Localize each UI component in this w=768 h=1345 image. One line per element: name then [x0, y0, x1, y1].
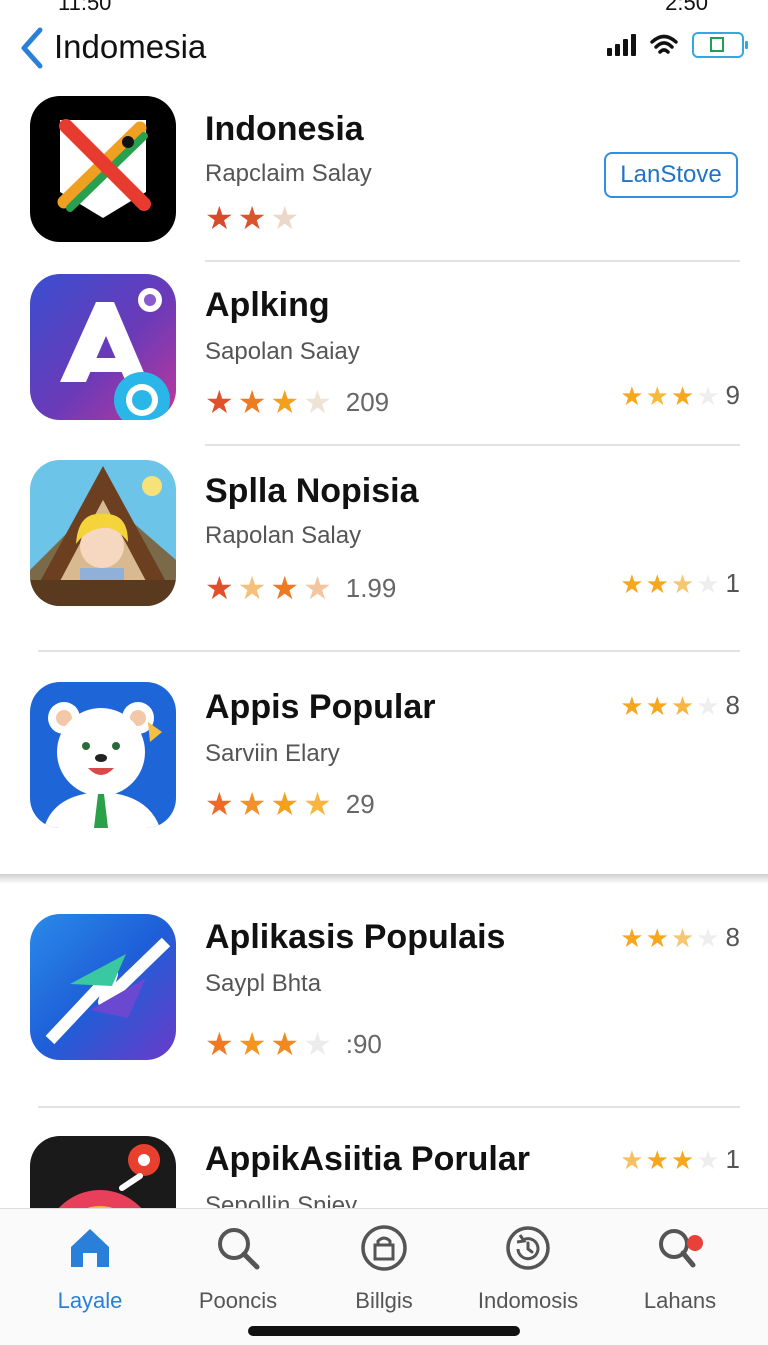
home-indicator: [248, 1326, 520, 1336]
app-name: Aplking: [205, 286, 330, 324]
side-rating-number: 1: [725, 568, 740, 598]
side-rating: ★ ★ ★ ★ 1: [620, 568, 740, 599]
system-indicators: [607, 32, 748, 58]
app-name: Indonesia: [205, 110, 364, 148]
side-rating-number: 8: [725, 690, 740, 720]
side-rating-number: 8: [725, 922, 740, 952]
app-name: Splla Nopisia: [205, 472, 419, 510]
list-item[interactable]: Aplikasis Populais Saypl Bhta ★ ★ ★ ★ :90 ★…: [0, 914, 768, 1084]
tab-bar: Layale Pooncis Billgis Indomosis Lahans: [0, 1208, 768, 1345]
app-icon-aplikasis-populais: [30, 914, 176, 1060]
rating-count: 1.99: [345, 572, 397, 603]
cellular-signal-icon: [607, 34, 636, 56]
rating-stars: ★ ★ ★: [205, 200, 300, 236]
side-rating: ★ ★ ★ ★ 8: [620, 922, 740, 953]
navigation-header: Indomesia: [0, 18, 768, 78]
app-icon-appikasiitia-porular: [30, 1136, 176, 1208]
divider: [205, 444, 740, 446]
wifi-icon: [650, 34, 678, 54]
back-button[interactable]: [16, 26, 48, 70]
app-icon-indonesia: [30, 96, 176, 242]
app-subtitle: Rapclaim Salay: [205, 160, 372, 187]
tab-layale[interactable]: Layale: [20, 1223, 160, 1314]
app-subtitle: Rapolan Salay: [205, 522, 362, 549]
search-icon: [218, 1228, 260, 1270]
refresh-icon: [506, 1226, 550, 1270]
app-subtitle: Sapolan Saiay: [205, 338, 360, 365]
tab-lahans[interactable]: Lahans: [610, 1223, 750, 1314]
rating-stars: ★ ★ ★ ★ 209: [205, 384, 390, 420]
tab-label: Layale: [57, 1288, 123, 1313]
rating-stars: ★ ★ ★ ★ 1.99: [205, 570, 397, 606]
tab-indomosis[interactable]: Indomosis: [458, 1223, 598, 1314]
side-rating: ★ ★ ★ ★ 9: [620, 380, 740, 411]
app-icon-appis-popular: [30, 682, 176, 828]
list-item[interactable]: Appis Popular Sarviin Elary ★ ★ ★ ★ 29 ★ ★ ★ ★…: [0, 682, 768, 852]
divider: [205, 260, 740, 262]
tab-label: Pooncis: [198, 1288, 278, 1313]
status-clock: 2:50: [665, 0, 708, 15]
app-icon-aplking: [30, 274, 176, 420]
app-subtitle: Sarviin Elary: [205, 740, 340, 767]
list-item[interactable]: Splla Nopisia Rapolan Salay ★ ★ ★ ★ 1.99 ★ ★…: [0, 460, 768, 630]
chevron-left-icon: [21, 27, 43, 69]
side-rating: ★ ★ ★ ★ 8: [620, 690, 740, 721]
page-title: Indomesia: [54, 28, 207, 65]
divider: [38, 650, 740, 652]
rating-stars: ★ ★ ★ ★ :90: [205, 1026, 382, 1062]
side-rating-number: 9: [725, 380, 740, 410]
app-name: AppikAsiitia Porular: [205, 1140, 530, 1178]
rating-count: :90: [345, 1028, 382, 1059]
rating-stars: ★ ★ ★ ★ 29: [205, 786, 375, 822]
tab-pooncis[interactable]: Pooncis: [168, 1223, 308, 1314]
status-bar: 11:50 2:50: [0, 0, 768, 15]
tab-label: Indomosis: [477, 1288, 579, 1313]
lock-icon: [361, 1225, 407, 1271]
divider: [38, 1106, 740, 1108]
side-rating-number: 1: [725, 1144, 740, 1174]
side-rating: ★ ★ ★ ★ 1: [620, 1144, 740, 1175]
list-item[interactable]: Aplking Sapolan Saiay ★ ★ ★ ★ 209 ★ ★ ★ ★ 9: [0, 274, 768, 444]
section-separator: [0, 874, 768, 884]
search-notify-icon: [659, 1229, 703, 1268]
list-item[interactable]: Indonesia Rapclaim Salay ★ ★ ★ LanStove: [0, 96, 768, 266]
app-icon-splla-nopisia: [30, 460, 176, 606]
tab-label: Billgis: [355, 1288, 413, 1313]
app-subtitle: Saypl Bhta: [205, 970, 322, 997]
tab-label: Lahans: [643, 1288, 717, 1313]
app-name: Aplikasis Populais: [205, 918, 506, 956]
rating-count: 209: [345, 386, 390, 417]
battery-icon: [692, 32, 748, 58]
list-item[interactable]: AppikAsiitia Porular Sepollin Sniey ★ ★ ★ ★…: [0, 1136, 768, 1208]
app-name: Appis Popular: [205, 688, 436, 726]
home-icon: [71, 1229, 109, 1267]
status-time: 11:50: [58, 0, 112, 15]
tab-billgis[interactable]: Billgis: [314, 1223, 454, 1314]
rating-count: 29: [345, 788, 375, 819]
get-app-button[interactable]: LanStove: [604, 152, 738, 198]
app-subtitle: Sepollin Sniey: [205, 1192, 358, 1208]
